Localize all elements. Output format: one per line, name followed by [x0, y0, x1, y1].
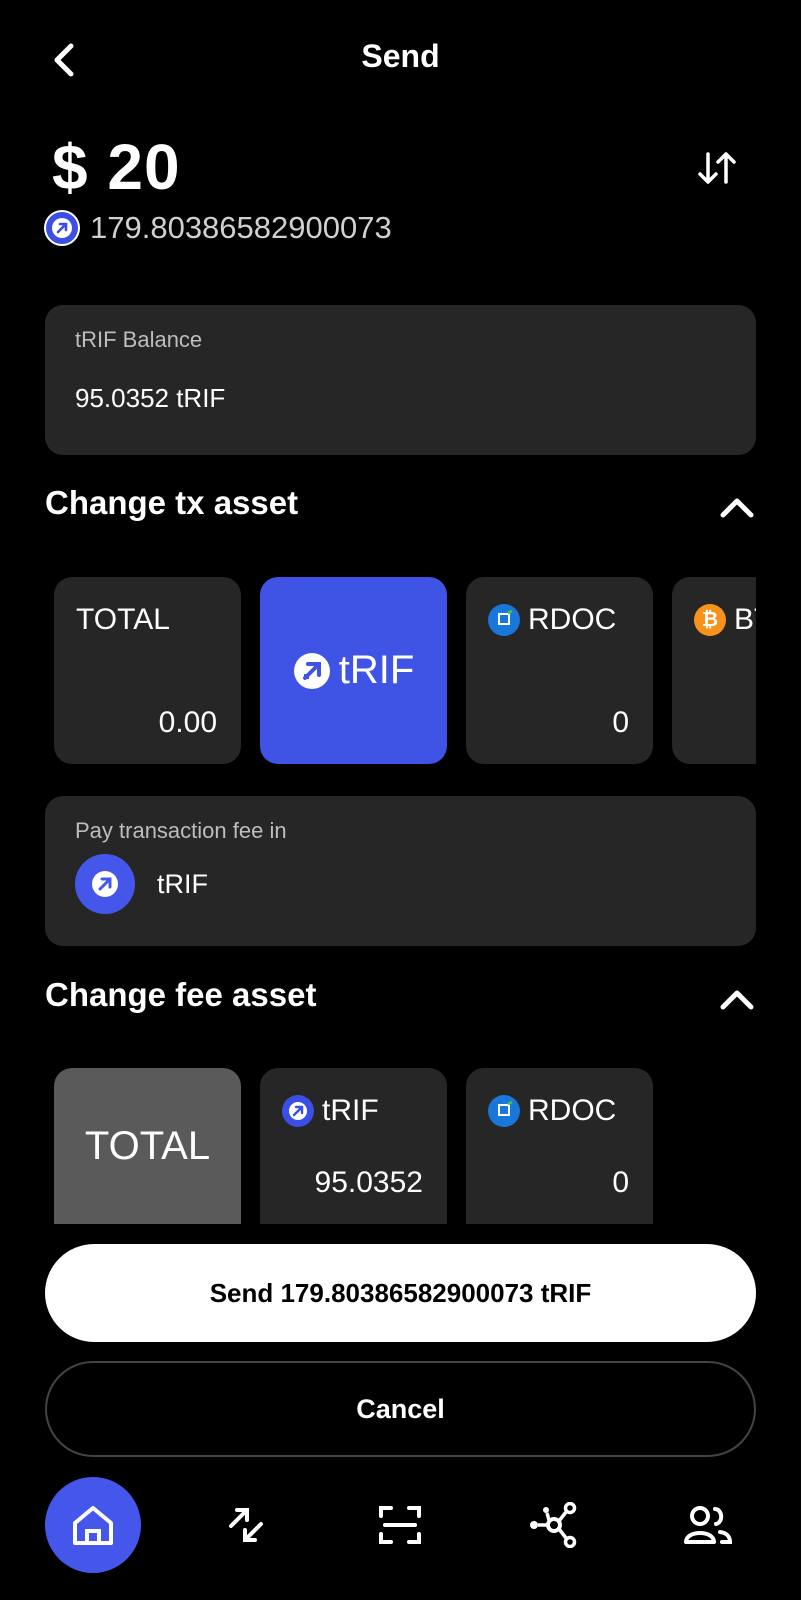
rdoc-icon [488, 604, 520, 636]
scan-icon [379, 1506, 421, 1544]
tile-label: RDOC [528, 1094, 617, 1127]
page-title: Send [361, 38, 440, 74]
tx-asset-list: TOTAL 0.00 tRIF RDOC 0 ₿ BTC [54, 577, 756, 764]
fee-asset-title: Change fee asset [45, 976, 317, 1013]
tile-label: tRIF [338, 648, 415, 692]
transactions-icon [229, 1508, 263, 1542]
tx-asset-title: Change tx asset [45, 484, 299, 521]
bitcoin-icon: ₿ [694, 604, 726, 636]
tile-label: RDOC [528, 603, 617, 636]
nav-transactions-button[interactable] [198, 1477, 294, 1573]
fee-asset-tile-trif[interactable]: tRIF 95.0352 [260, 1068, 447, 1224]
tile-value: 95.0352 [314, 1166, 423, 1199]
rdoc-icon [488, 1095, 520, 1127]
nav-contacts-button[interactable] [660, 1477, 756, 1573]
fiat-amount[interactable]: $ 20 [52, 130, 181, 204]
nav-dapps-button[interactable] [506, 1477, 602, 1573]
tx-asset-tile-rdoc[interactable]: RDOC 0 [466, 577, 653, 764]
fee-label: Pay transaction fee in [75, 818, 287, 843]
trif-icon [282, 1095, 314, 1127]
trif-icon [75, 854, 135, 914]
tile-value: 0.00 [158, 706, 217, 739]
collapse-fee-asset-button[interactable] [712, 974, 762, 1024]
fee-token: tRIF [157, 868, 208, 899]
collapse-tx-asset-button[interactable] [712, 482, 762, 532]
nav-scan-button[interactable] [352, 1477, 448, 1573]
send-button[interactable]: Send 179.80386582900073 tRIF [45, 1244, 756, 1342]
tx-asset-tile-trif[interactable]: tRIF [260, 577, 447, 764]
tile-label: tRIF [322, 1094, 379, 1127]
contacts-icon [684, 1506, 733, 1544]
tx-asset-tile-total[interactable]: TOTAL 0.00 [54, 577, 241, 764]
fee-asset-tile-rdoc[interactable]: RDOC 0 [466, 1068, 653, 1224]
trif-icon [293, 652, 330, 689]
tile-label: BTC [734, 603, 756, 636]
chevron-up-icon [720, 498, 754, 518]
balance-value: 95.0352 tRIF [75, 383, 226, 413]
tile-value: 0 [612, 1166, 629, 1199]
fee-asset-list: TOTAL tRIF 95.0352 RDOC 0 [54, 1068, 756, 1224]
token-amount-row: 179.80386582900073 [44, 210, 392, 246]
cancel-button[interactable]: Cancel [45, 1361, 756, 1457]
tile-value: 0 [612, 706, 629, 739]
token-amount: 179.80386582900073 [90, 210, 392, 245]
swap-vertical-icon [698, 152, 736, 184]
tx-asset-tile-btc[interactable]: ₿ BTC [672, 577, 756, 764]
swap-currency-button[interactable] [690, 140, 746, 196]
chevron-up-icon [720, 990, 754, 1010]
balance-label: tRIF Balance [75, 327, 203, 352]
fee-asset-tile-total[interactable]: TOTAL [54, 1068, 241, 1224]
nav-home-button[interactable] [45, 1477, 141, 1573]
dapps-icon [530, 1502, 577, 1548]
fee-card: Pay transaction fee in tRIF [45, 796, 756, 946]
home-icon [73, 1506, 113, 1545]
trif-icon [44, 210, 80, 246]
tile-label: TOTAL [76, 603, 170, 636]
balance-card: tRIF Balance 95.0352 tRIF [45, 305, 756, 455]
tile-label: TOTAL [84, 1124, 211, 1168]
